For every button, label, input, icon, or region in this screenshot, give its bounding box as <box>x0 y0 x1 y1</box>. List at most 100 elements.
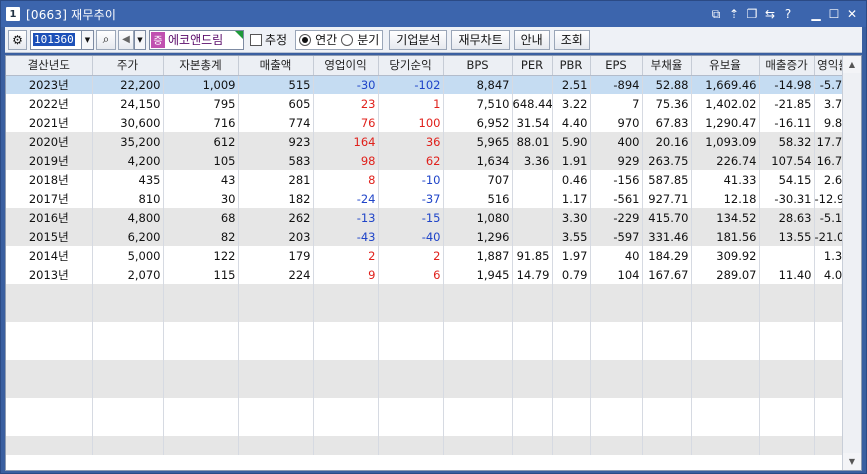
code-dropdown-button[interactable]: ▼ <box>82 29 94 50</box>
table-row[interactable]: 2022년 24,150 795 605 23 1 7,510 648.44 3.22 7 75.3… <box>6 94 853 113</box>
speaker-button[interactable]: ◀ <box>118 29 134 50</box>
table-cell <box>552 398 591 417</box>
table-cell: 22,200 <box>92 75 164 94</box>
table-cell <box>759 436 815 455</box>
column-header[interactable]: 자본총계 <box>163 56 239 76</box>
table-row[interactable]: 2017년 810 30 182 -24 -37 516 1.17 -561 927.71 12.1… <box>6 189 853 208</box>
vertical-scrollbar[interactable]: ▲ ▼ <box>842 56 861 470</box>
table-row[interactable] <box>6 360 853 379</box>
duplicate-icon[interactable]: ❐ <box>744 6 760 22</box>
table-cell <box>238 398 314 417</box>
table-row[interactable]: 2018년 435 43 281 8 -10 707 0.46 -156 587.85 41.33 5… <box>6 170 853 189</box>
table-cell: 1,887 <box>443 246 513 265</box>
table-cell: 226.74 <box>691 151 760 170</box>
table-cell <box>238 322 314 341</box>
title-bar-controls: ⧉ ⇡ ❐ ⇆ ? ▁ ☐ ✕ <box>708 6 860 22</box>
table-cell <box>92 360 164 379</box>
column-header[interactable]: EPS <box>590 56 643 76</box>
table-cell <box>512 379 553 398</box>
column-header[interactable]: 영업이익 <box>313 56 379 76</box>
table-cell: 54.15 <box>759 170 815 189</box>
table-cell: 1.97 <box>552 246 591 265</box>
table-row[interactable]: 2020년 35,200 612 923 164 36 5,965 88.01 5.90 400 2… <box>6 132 853 151</box>
search-button[interactable]: ⌕ <box>96 29 116 50</box>
column-header[interactable]: 결산년도 <box>6 56 93 76</box>
table-cell: -156 <box>590 170 643 189</box>
scroll-down-icon[interactable]: ▼ <box>843 453 861 470</box>
table-row[interactable]: 2021년 30,600 716 774 76 100 6,952 31.54 4.40 970 6… <box>6 113 853 132</box>
table-cell: 67.83 <box>642 113 692 132</box>
financial-chart-button[interactable]: 재무차트 <box>451 29 510 50</box>
table-row[interactable]: 2016년 4,800 68 262 -13 -15 1,080 3.30 -229 415.70… <box>6 208 853 227</box>
table-cell <box>6 417 93 436</box>
radio-annual[interactable] <box>299 33 312 46</box>
table-cell: -21.85 <box>759 94 815 113</box>
stock-name-field[interactable]: 증 에코앤드림 <box>149 29 244 50</box>
column-header[interactable]: PBR <box>552 56 591 76</box>
table-cell: 182 <box>238 189 314 208</box>
corner-marker-icon <box>235 30 243 39</box>
speaker-dropdown-button[interactable]: ▼ <box>134 29 146 50</box>
table-cell: 6,200 <box>92 227 164 246</box>
table-cell: 31.54 <box>512 113 553 132</box>
table-cell <box>642 360 692 379</box>
column-header[interactable]: 당기순익 <box>378 56 444 76</box>
table-row[interactable]: 2014년 5,000 122 179 2 2 1,887 91.85 1.97 40 184.29… <box>6 246 853 265</box>
table-cell: 52.88 <box>642 75 692 94</box>
maximize-icon[interactable]: ☐ <box>826 6 842 22</box>
query-button[interactable]: 조회 <box>553 29 590 50</box>
table-row[interactable] <box>6 322 853 341</box>
column-header[interactable]: 매출증가 <box>759 56 815 76</box>
table-cell: 2019년 <box>6 151 93 170</box>
table-row[interactable]: 2015년 6,200 82 203 -43 -40 1,296 3.55 -597 331.46… <box>6 227 853 246</box>
close-icon[interactable]: ✕ <box>844 6 860 22</box>
table-cell <box>6 322 93 341</box>
scroll-up-icon[interactable]: ▲ <box>843 56 861 73</box>
title-bar[interactable]: 1 [0663] 재무추이 ⧉ ⇡ ❐ ⇆ ? ▁ ☐ ✕ <box>1 1 866 27</box>
table-row[interactable]: 2013년 2,070 115 224 9 6 1,945 14.79 0.79 104 167.6… <box>6 265 853 284</box>
table-cell: 810 <box>92 189 164 208</box>
guide-button[interactable]: 안내 <box>513 29 550 50</box>
stock-code-input[interactable]: 101360 <box>30 29 82 50</box>
table-cell <box>590 360 643 379</box>
table-cell <box>443 284 513 303</box>
table-row[interactable]: 2019년 4,200 105 583 98 62 1,634 3.36 1.91 929 263.… <box>6 151 853 170</box>
table-cell: 6,952 <box>443 113 513 132</box>
table-row[interactable] <box>6 284 853 303</box>
table-row[interactable] <box>6 379 853 398</box>
help-icon[interactable]: ? <box>780 6 796 22</box>
table-cell: 3.22 <box>552 94 591 113</box>
link-icon[interactable]: ⇆ <box>762 6 778 22</box>
column-header[interactable]: PER <box>512 56 553 76</box>
column-header[interactable]: 유보율 <box>691 56 760 76</box>
minimize-icon[interactable]: ▁ <box>808 6 824 22</box>
table-cell: 100 <box>378 113 444 132</box>
table-cell <box>590 398 643 417</box>
column-header[interactable]: BPS <box>443 56 513 76</box>
table-row[interactable]: 2023년 22,200 1,009 515 -30 -102 8,847 2.51 -894 5… <box>6 75 853 94</box>
table-cell <box>642 284 692 303</box>
column-header[interactable]: 매출액 <box>238 56 314 76</box>
radio-quarter[interactable] <box>341 33 354 46</box>
table-row[interactable] <box>6 341 853 360</box>
table-cell: 1,009 <box>163 75 239 94</box>
column-header[interactable]: 부채율 <box>642 56 692 76</box>
table-row[interactable] <box>6 436 853 455</box>
table-cell <box>378 284 444 303</box>
table-cell: 929 <box>590 151 643 170</box>
table-cell <box>313 379 379 398</box>
table-row[interactable] <box>6 417 853 436</box>
table-cell <box>163 436 239 455</box>
table-cell <box>378 436 444 455</box>
table-cell <box>590 322 643 341</box>
restore-icon[interactable]: ⧉ <box>708 6 724 22</box>
pin-icon[interactable]: ⇡ <box>726 6 742 22</box>
financial-grid[interactable]: 결산년도 주가 자본총계 매출액 영업이익 당기순익 BPS PER PBR EPS 부채율 유보율 매… <box>5 55 862 471</box>
table-row[interactable] <box>6 398 853 417</box>
table-row[interactable] <box>6 303 853 322</box>
company-analysis-button[interactable]: 기업분석 <box>389 29 448 50</box>
estimate-checkbox[interactable]: 추정 <box>250 31 287 48</box>
settings-button[interactable]: ⚙ <box>8 29 27 50</box>
table-cell: -14.98 <box>759 75 815 94</box>
column-header[interactable]: 주가 <box>92 56 164 76</box>
